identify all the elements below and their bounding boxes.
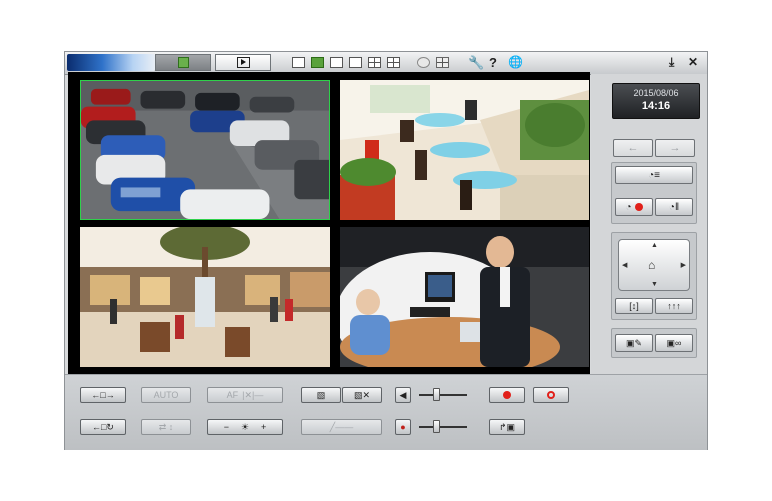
home-icon[interactable]: ⌂ — [648, 258, 655, 272]
preset-set-button[interactable]: ▣✎ — [615, 334, 653, 352]
previous-button[interactable]: ← — [613, 139, 653, 157]
power-icon — [547, 391, 555, 399]
speaker-button[interactable]: ◀ — [395, 387, 411, 403]
power-button[interactable] — [533, 387, 569, 403]
camera-icon: ↱▣ — [498, 421, 516, 432]
brightness-sun-icon: ☀ — [240, 421, 250, 432]
download-icon[interactable]: ⤓ — [669, 55, 674, 70]
video-grid — [68, 72, 590, 374]
layout-seq-icon[interactable] — [368, 57, 381, 68]
image-adjust-icon: ▧ — [316, 389, 326, 400]
mic-icon: ● — [400, 422, 406, 432]
preset-go-icon: ▣∞ — [666, 337, 682, 348]
clock-icon: ◔ — [625, 201, 632, 213]
near-far-icon: ⇄ ↕ — [158, 421, 174, 432]
camera-view-office[interactable] — [340, 227, 589, 367]
af-label: AF — [226, 390, 239, 400]
close-icon[interactable]: ✕ — [688, 55, 698, 70]
near-far-button[interactable]: ⇄ ↕ — [141, 419, 191, 435]
layout-9-icon[interactable] — [330, 57, 343, 68]
arrow-down-icon[interactable]: ▼ — [651, 281, 658, 288]
layout-1-icon[interactable] — [292, 57, 305, 68]
record-icon — [503, 391, 511, 399]
settings-wrench-icon[interactable]: 🔧 — [468, 55, 484, 70]
globe-icon[interactable]: 🌐 — [508, 55, 523, 70]
playback-icon — [236, 57, 250, 68]
viewer-window: 🔧 ? 🌐 ⤓ ✕ 2015/08/06 14:16 ← → ◔≡ ◔ ◔‖ ▲… — [64, 51, 708, 450]
help-icon[interactable]: ? — [489, 55, 497, 70]
layout-custom-icon[interactable] — [387, 57, 400, 68]
zoom-button[interactable]: ←□→ — [80, 387, 126, 403]
iris-icon: ↑↑↑ — [667, 301, 681, 311]
ptz-focus-button[interactable]: [↕] — [615, 298, 653, 314]
pause-record-button[interactable]: ◔‖ — [655, 198, 693, 216]
layout-16-icon[interactable] — [349, 57, 362, 68]
arrow-up-icon[interactable]: ▲ — [651, 242, 658, 249]
arrow-right-icon[interactable]: ▶ — [681, 261, 686, 269]
mic-button[interactable]: ● — [395, 419, 411, 435]
layout-4-icon[interactable] — [311, 57, 324, 68]
focus-range-icon: |✕|— — [242, 389, 264, 400]
preset-set-icon: ▣✎ — [625, 337, 643, 348]
zoom-reset-button[interactable]: ←□↻ — [80, 419, 126, 435]
schedule-list-button[interactable]: ◔≡ — [615, 166, 693, 184]
volume-track — [419, 394, 467, 396]
auto-focus-button[interactable]: AF |✕|— — [207, 387, 283, 403]
clock-list-icon: ◔≡ — [648, 169, 660, 181]
wiper-icon: ╱—— — [329, 421, 354, 432]
camera-view-mall[interactable] — [80, 227, 330, 367]
preset-icon[interactable] — [436, 57, 449, 68]
mall-image — [80, 227, 330, 367]
preset-go-button[interactable]: ▣∞ — [655, 334, 693, 352]
ptz-iris-button[interactable]: ↑↑↑ — [655, 298, 693, 314]
live-view-button[interactable] — [155, 54, 211, 71]
volume-slider[interactable] — [417, 386, 469, 404]
camera-view-cafe[interactable] — [340, 80, 589, 220]
bottom-control-bar: ←□→ ←□↻ AUTO ⇄ ↕ AF |✕|— − ☀ + ▧ ▧✕ ╱—— … — [65, 374, 707, 450]
zoom-icon: ←□→ — [91, 390, 115, 400]
cafe-image — [340, 80, 589, 220]
record-dot-icon — [634, 203, 643, 211]
image-close-icon: ▧✕ — [353, 389, 371, 400]
date-time-display: 2015/08/06 14:16 — [612, 83, 700, 119]
record-button[interactable]: ◔ — [615, 198, 653, 216]
mic-slider[interactable] — [417, 418, 469, 436]
brightness-control[interactable]: − ☀ + — [207, 419, 283, 435]
auto-button[interactable]: AUTO — [141, 387, 191, 403]
date-text: 2015/08/06 — [633, 88, 679, 98]
camera-view-parking[interactable] — [80, 80, 330, 220]
next-button[interactable]: → — [655, 139, 695, 157]
brightness-minus[interactable]: − — [224, 422, 229, 432]
volume-thumb[interactable] — [433, 388, 440, 401]
office-image — [340, 227, 589, 367]
image-close-button[interactable]: ▧✕ — [342, 387, 382, 403]
wiper-button[interactable]: ╱—— — [301, 419, 382, 435]
snapshot-icon[interactable] — [417, 57, 430, 68]
speaker-icon: ◀ — [399, 389, 407, 400]
clock-pause-icon: ◔‖ — [668, 201, 680, 213]
image-adjust-button[interactable]: ▧ — [301, 387, 341, 403]
time-text: 14:16 — [641, 100, 671, 112]
live-camera-icon — [177, 57, 189, 68]
snapshot-button[interactable]: ↱▣ — [489, 419, 525, 435]
mic-thumb[interactable] — [433, 420, 440, 433]
parking-lot-image — [81, 81, 329, 219]
brightness-plus[interactable]: + — [261, 422, 266, 432]
zoom-reset-icon: ←□↻ — [92, 421, 114, 432]
manual-record-button[interactable] — [489, 387, 525, 403]
playback-button[interactable] — [215, 54, 271, 71]
ptz-direction-pad[interactable]: ▲ ▼ ◀ ▶ ⌂ — [618, 239, 690, 291]
arrow-left-icon[interactable]: ◀ — [622, 261, 627, 269]
focus-icon: [↕] — [629, 301, 639, 311]
mic-track — [419, 426, 467, 428]
brand-logo — [67, 54, 155, 71]
